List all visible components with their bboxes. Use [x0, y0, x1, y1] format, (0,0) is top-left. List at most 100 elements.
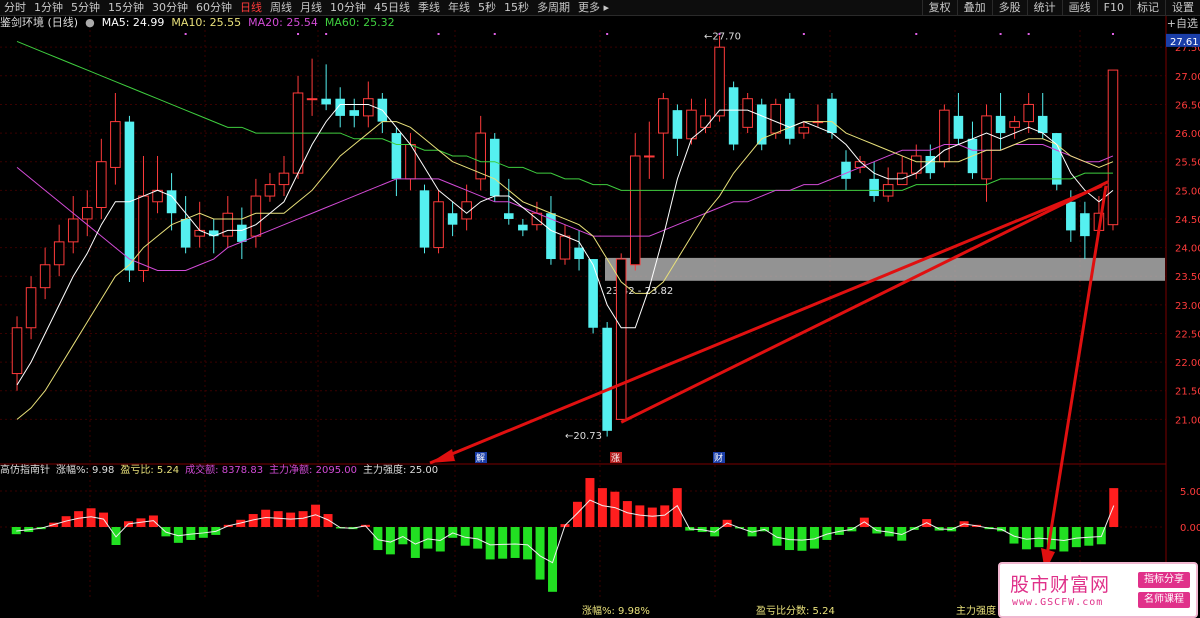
period-tab-3[interactable]: 15分钟 — [104, 0, 148, 15]
candle-body-61[interactable] — [869, 178, 879, 197]
event-marker-0[interactable]: 解 — [476, 452, 485, 464]
candle-body-2[interactable] — [39, 264, 51, 289]
period-tab-10[interactable]: 45日线 — [370, 0, 414, 15]
candle-body-43[interactable] — [615, 258, 627, 420]
period-tab-14[interactable]: 15秒 — [500, 0, 533, 15]
candle-body-75[interactable] — [1066, 201, 1076, 231]
candle-body-4[interactable] — [67, 218, 79, 243]
candle-body-5[interactable] — [82, 207, 93, 220]
candle-body-54[interactable] — [770, 103, 782, 134]
signal-dot-5 — [606, 33, 609, 35]
tool-button-3[interactable]: 统计 — [1026, 0, 1062, 15]
candle-body-7[interactable] — [110, 121, 121, 168]
add-watchlist-button[interactable]: +自选 — [1167, 15, 1198, 31]
arrow-line-indicator — [1043, 185, 1108, 569]
period-tab-11[interactable]: 季线 — [414, 0, 444, 15]
candle-body-16[interactable] — [237, 224, 247, 242]
period-tab-16[interactable]: 更多 ▸ — [574, 0, 613, 15]
event-marker-1[interactable]: 涨 — [611, 453, 620, 464]
period-tab-5[interactable]: 60分钟 — [192, 0, 236, 15]
tool-button-1[interactable]: 叠加 — [956, 0, 992, 15]
tool-button-4[interactable]: 画线 — [1061, 0, 1097, 15]
period-tab-12[interactable]: 年线 — [444, 0, 474, 15]
candle-body-8[interactable] — [124, 121, 135, 271]
candle-body-34[interactable] — [489, 138, 500, 197]
candle-body-41[interactable] — [588, 259, 598, 328]
candle-body-76[interactable] — [1080, 213, 1090, 237]
candle-body-29[interactable] — [419, 190, 430, 248]
formula-title[interactable]: 鉴剑环境 (日线) — [0, 15, 78, 30]
candle-body-74[interactable] — [1051, 133, 1062, 185]
candle-body-25[interactable] — [363, 98, 374, 117]
candle-body-42[interactable] — [602, 327, 612, 431]
candle-body-48[interactable] — [686, 109, 697, 140]
candle-body-3[interactable] — [53, 241, 65, 266]
candle-body-12[interactable] — [180, 218, 191, 248]
ind-bar-34 — [435, 527, 445, 552]
period-tab-13[interactable]: 5秒 — [474, 0, 500, 15]
candle-body-73[interactable] — [1037, 115, 1048, 134]
signal-dot-8 — [915, 33, 918, 35]
candle-body-19[interactable] — [278, 172, 290, 186]
candle-body-44[interactable] — [629, 155, 641, 266]
candle-body-67[interactable] — [953, 115, 964, 139]
candle-body-47[interactable] — [672, 110, 683, 139]
candle-body-1[interactable] — [25, 287, 37, 329]
period-tabs: 分时 1分钟 5分钟 15分钟 30分钟 60分钟 日线 周线 月线 10分钟 45日线 季线 年线 5秒… — [0, 0, 922, 15]
candle-body-22[interactable] — [321, 98, 331, 105]
candle-body-24[interactable] — [349, 110, 360, 116]
candle-body-59[interactable] — [841, 161, 851, 179]
tool-button-2[interactable]: 多股 — [991, 0, 1027, 15]
candle-body-69[interactable] — [981, 115, 992, 180]
candle-body-21[interactable] — [306, 98, 318, 101]
candle-body-11[interactable] — [166, 190, 177, 214]
candle-body-45[interactable] — [644, 155, 655, 158]
candle-body-36[interactable] — [518, 224, 528, 231]
candle-body-71[interactable] — [1009, 121, 1020, 128]
candle-body-39[interactable] — [559, 235, 571, 260]
period-tab-9[interactable]: 10分钟 — [326, 0, 370, 15]
candle-body-23[interactable] — [335, 98, 345, 116]
candle-body-55[interactable] — [785, 98, 795, 139]
change-label: 涨幅%: 9.98 — [56, 465, 115, 476]
kline-chart[interactable]: 27.5027.0026.5026.0025.5025.0024.5024.00… — [0, 0, 1200, 618]
period-tab-0[interactable]: 分时 — [0, 0, 30, 15]
candle-body-78[interactable] — [1107, 69, 1119, 226]
candle-body-72[interactable] — [1023, 103, 1034, 123]
gear-icon[interactable]: ● — [85, 15, 95, 30]
tool-button-0[interactable]: 复权 — [921, 0, 957, 15]
candle-body-9[interactable] — [138, 195, 149, 271]
candle-body-6[interactable] — [96, 161, 107, 209]
period-tab-1[interactable]: 1分钟 — [30, 0, 67, 15]
period-tab-2[interactable]: 5分钟 — [67, 0, 104, 15]
period-tab-6[interactable]: 日线 — [236, 0, 266, 15]
period-tab-8[interactable]: 月线 — [296, 0, 326, 15]
candle-body-40[interactable] — [574, 247, 584, 260]
candle-body-27[interactable] — [391, 133, 402, 179]
candle-body-51[interactable] — [728, 87, 739, 145]
candle-body-70[interactable] — [995, 115, 1006, 134]
candle-body-18[interactable] — [264, 184, 276, 197]
candle-body-52[interactable] — [742, 98, 753, 128]
candle-body-56[interactable] — [798, 126, 810, 134]
signal-dot-9 — [999, 33, 1002, 35]
indicator-title[interactable]: 高仿指南针 — [0, 464, 50, 478]
candle-body-66[interactable] — [939, 109, 950, 163]
candle-body-17[interactable] — [250, 195, 262, 237]
candle-body-50[interactable] — [714, 46, 725, 117]
candle-body-58[interactable] — [827, 98, 837, 134]
event-marker-2[interactable]: 财 — [714, 452, 723, 464]
tool-button-6[interactable]: 标记 — [1130, 0, 1165, 15]
candle-body-0[interactable] — [11, 327, 23, 375]
candle-body-49[interactable] — [700, 115, 711, 128]
period-tab-7[interactable]: 周线 — [266, 0, 296, 15]
period-tab-4[interactable]: 30分钟 — [148, 0, 192, 15]
candle-body-31[interactable] — [447, 213, 458, 225]
candle-body-15[interactable] — [222, 212, 234, 237]
tool-button-5[interactable]: F10 — [1096, 0, 1130, 15]
tool-button-7[interactable]: 设置 — [1165, 0, 1200, 15]
period-tab-15[interactable]: 多周期 — [533, 0, 574, 15]
candle-body-35[interactable] — [504, 213, 514, 219]
candle-body-46[interactable] — [658, 98, 669, 134]
candle-body-30[interactable] — [433, 201, 444, 249]
